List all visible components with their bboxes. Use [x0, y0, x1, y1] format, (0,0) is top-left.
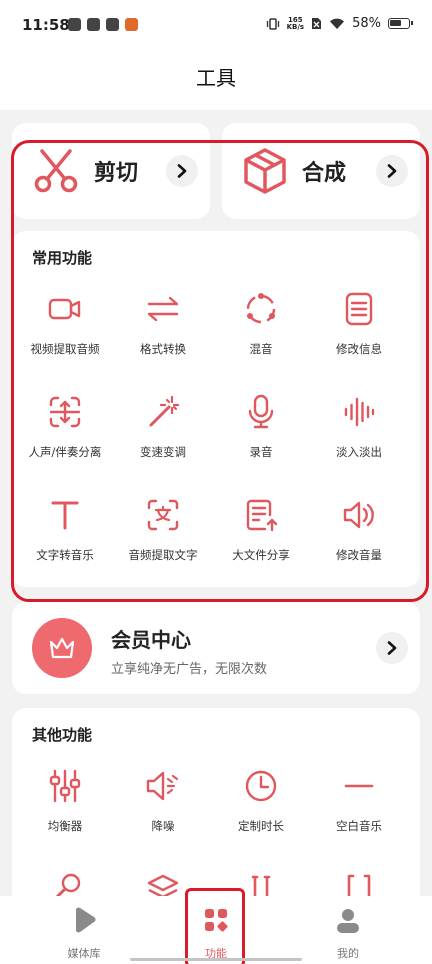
cut-chevron-button[interactable]: [166, 155, 198, 187]
tool-label: 淡入淡出: [336, 445, 382, 459]
vip-title: 会员中心: [111, 628, 191, 652]
scan-text-icon: [147, 499, 179, 531]
mix-circle-icon: [246, 293, 276, 324]
tool-label: 音频提取文字: [128, 548, 198, 562]
scissors-icon: [34, 149, 78, 193]
apps-icon: [205, 909, 228, 932]
status-right: 165 KB/s 58%: [266, 16, 413, 31]
tool-equalizer[interactable]: 均衡器: [16, 768, 114, 871]
cut-label: 剪切: [94, 161, 139, 186]
text-t-icon: [51, 501, 79, 530]
chevron-right-icon: [387, 641, 397, 655]
waveform-icon: [344, 397, 375, 427]
tool-text-to-music[interactable]: 文字转音乐: [16, 497, 114, 600]
vip-subtitle: 立享纯净无广告，无限次数: [111, 662, 268, 677]
tool-label: 定制时长: [238, 819, 284, 833]
app-notification-icon: [68, 18, 81, 31]
status-bar: 11:58 165 KB/s 58%: [0, 0, 432, 50]
swap-arrows-icon: [147, 296, 179, 322]
cube-icon: [244, 148, 286, 194]
equalizer-icon: [49, 769, 81, 803]
tool-label: 人声/伴奏分离: [28, 445, 102, 459]
tool-custom-duration[interactable]: 定制时长: [212, 768, 310, 871]
tool-label: 录音: [249, 445, 273, 459]
vibrate-icon: [266, 17, 279, 30]
tool-speed-pitch[interactable]: 变速变调: [114, 394, 212, 497]
microphone-icon: [248, 394, 274, 429]
tool-blank-music[interactable]: 空白音乐: [310, 768, 408, 871]
crown-icon: [49, 637, 75, 659]
wifi-icon: [330, 18, 345, 29]
play-icon: [76, 907, 96, 933]
tool-record[interactable]: 录音: [212, 394, 310, 497]
page-title: 工具: [196, 66, 236, 90]
tool-label: 变速变调: [140, 445, 186, 459]
speaker-icon: [343, 501, 374, 529]
cut-card[interactable]: 剪切: [12, 123, 210, 219]
tool-label: 均衡器: [47, 819, 83, 833]
vip-badge: [32, 618, 92, 678]
other-functions-title: 其他功能: [32, 726, 93, 744]
tool-large-file-share[interactable]: 大文件分享: [212, 497, 310, 600]
split-icon: [49, 396, 81, 428]
video-camera-icon: [48, 298, 81, 320]
nav-functions[interactable]: 功能: [144, 896, 288, 964]
magic-wand-icon: [149, 395, 180, 427]
network-speed-unit: KB/s: [286, 22, 305, 31]
tool-video-extract-audio[interactable]: 视频提取音频: [16, 291, 114, 394]
app-badge-icon: [125, 18, 138, 31]
status-time: 11:58: [22, 16, 70, 34]
tool-noise-reduction[interactable]: 降噪: [114, 768, 212, 871]
notification-icons: [68, 18, 138, 31]
tool-label: 混音: [249, 342, 273, 356]
vip-center-card[interactable]: 会员中心 立享纯净无广告，无限次数: [12, 602, 420, 694]
tool-label: 修改音量: [336, 548, 382, 562]
tool-label: 修改信息: [336, 342, 382, 356]
battery-percent: 58%: [352, 16, 381, 31]
tool-label: 格式转换: [140, 342, 186, 356]
tool-mix[interactable]: 混音: [212, 291, 310, 394]
battery-icon: [388, 18, 413, 29]
nav-media-library[interactable]: 媒体库: [12, 896, 156, 964]
common-functions-card: 常用功能 视频提取音频 格式转换 混音 修改信息 人声/伴奏分离 变速变调 录音: [12, 231, 420, 587]
document-icon: [345, 292, 373, 326]
nav-label: 媒体库: [67, 947, 101, 960]
common-functions-title: 常用功能: [32, 249, 93, 267]
tool-label: 大文件分享: [232, 548, 290, 562]
tool-label: 空白音乐: [336, 819, 382, 833]
vip-chevron-button[interactable]: [376, 632, 408, 664]
crown-notification-icon: [106, 18, 119, 31]
tool-label: 降噪: [151, 819, 175, 833]
network-speed: 165 KB/s: [286, 16, 305, 31]
chevron-right-icon: [387, 164, 397, 178]
clock-icon: [245, 770, 277, 802]
merge-card[interactable]: 合成: [222, 123, 420, 219]
chevron-right-icon: [177, 164, 187, 178]
tool-label: 视频提取音频: [30, 342, 100, 356]
page-header: 工具: [0, 50, 432, 110]
nav-mine[interactable]: 我的: [276, 896, 420, 964]
minus-icon: [344, 784, 374, 788]
tool-label: 文字转音乐: [36, 548, 94, 562]
tool-format-convert[interactable]: 格式转换: [114, 291, 212, 394]
merge-chevron-button[interactable]: [376, 155, 408, 187]
nav-label: 我的: [337, 947, 359, 960]
file-share-icon: [246, 499, 278, 532]
no-sim-icon: [312, 18, 322, 29]
tool-fade[interactable]: 淡入淡出: [310, 394, 408, 497]
merge-label: 合成: [302, 161, 347, 186]
home-indicator[interactable]: [130, 958, 302, 961]
tool-vocal-separation[interactable]: 人声/伴奏分离: [16, 394, 114, 497]
gallery-notification-icon: [87, 18, 100, 31]
tool-volume[interactable]: 修改音量: [310, 497, 408, 600]
common-functions-grid: 视频提取音频 格式转换 混音 修改信息 人声/伴奏分离 变速变调 录音 淡入淡出…: [16, 291, 408, 600]
tool-edit-info[interactable]: 修改信息: [310, 291, 408, 394]
bottom-navigation: 媒体库 功能 我的: [0, 896, 432, 964]
tool-audio-to-text[interactable]: 音频提取文字: [114, 497, 212, 600]
user-icon: [337, 909, 359, 933]
noise-reduce-icon: [146, 771, 179, 801]
